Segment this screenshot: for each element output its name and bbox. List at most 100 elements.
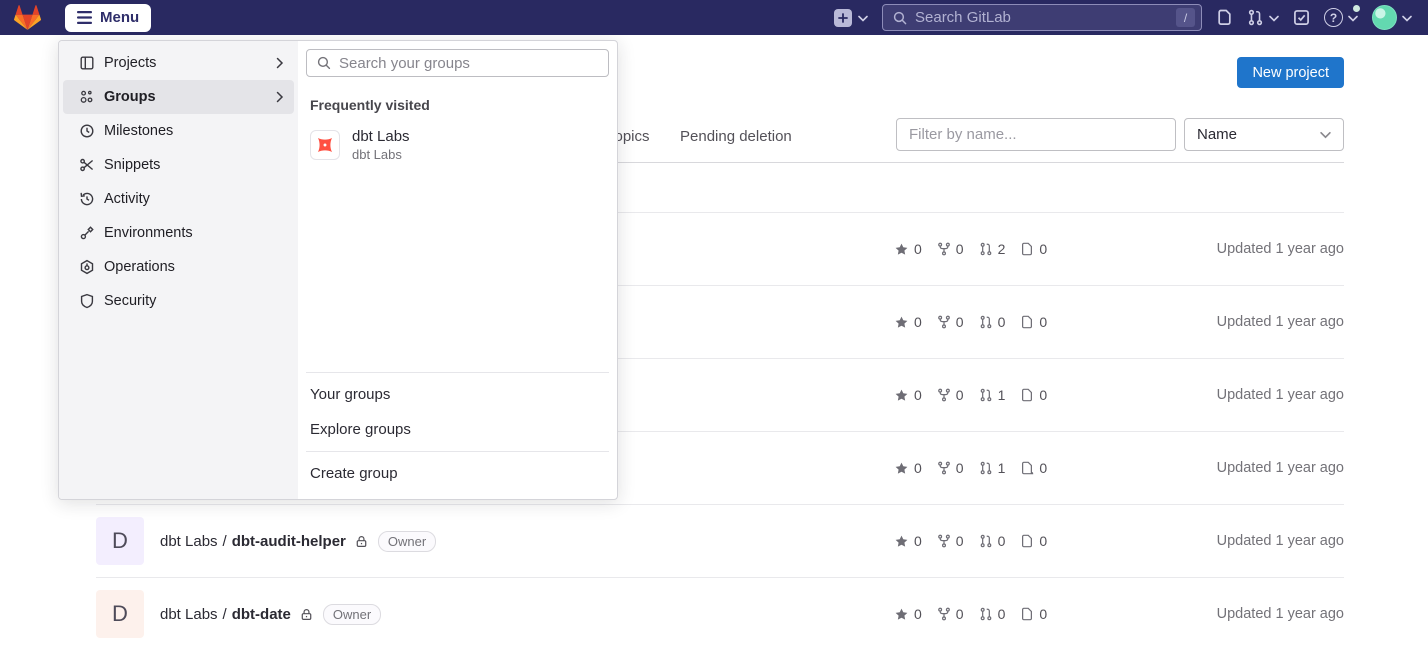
stars-stat[interactable]: 0 [894,314,922,330]
merge-requests-stat[interactable]: 0 [979,533,1006,549]
help-icon[interactable] [1324,8,1358,27]
merge-requests-stat[interactable]: 0 [979,314,1006,330]
stars-stat[interactable]: 0 [894,241,922,257]
menu-item-operations[interactable]: Operations [63,250,294,284]
issues-stat[interactable]: 0 [1020,460,1047,476]
frequent-group-subtitle: dbt Labs [352,147,410,162]
menu-item-label: Environments [104,225,284,241]
create-group-link[interactable]: Create group [306,456,609,491]
merge-request-icon [979,388,993,402]
forks-stat[interactable]: 0 [937,241,964,257]
groups-search[interactable] [306,49,609,77]
forks-stat[interactable]: 0 [937,460,964,476]
menu-item-label: Snippets [104,157,284,173]
stars-stat[interactable]: 0 [894,606,922,622]
filter-by-name-input[interactable] [896,118,1176,151]
hamburger-icon [77,11,92,24]
issues-stat[interactable]: 0 [1020,241,1047,257]
issues-stat[interactable]: 0 [1020,533,1047,549]
chevron-down-icon [1402,9,1412,27]
forks-stat[interactable]: 0 [937,387,964,403]
stars-count: 0 [914,314,922,330]
menu-button[interactable]: Menu [65,4,151,32]
project-link[interactable]: dbt Labs / dbt-audit-helper [160,533,346,550]
sort-dropdown[interactable]: Name [1184,118,1344,151]
project-link[interactable]: dbt Labs / dbt-date [160,606,291,623]
forks-count: 0 [956,460,964,476]
merge-requests-stat[interactable]: 0 [979,606,1006,622]
namespace-separator: / [223,533,227,550]
menu-item-label: Security [104,293,284,309]
menu-item-groups[interactable]: Groups [63,80,294,114]
chevron-down-icon [1320,126,1331,143]
stars-count: 0 [914,241,922,257]
stars-stat[interactable]: 0 [894,387,922,403]
clock-icon [79,123,95,139]
forks-stat[interactable]: 0 [937,314,964,330]
menu-item-activity[interactable]: Activity [63,182,294,216]
environment-icon [79,225,95,241]
global-search[interactable]: / [882,4,1202,31]
menu-dropdown-panel: Projects Groups Milestones Snippets Acti… [58,40,618,500]
stars-stat[interactable]: 0 [894,460,922,476]
frequent-group-dbt-labs[interactable]: dbt Labs dbt Labs [306,123,609,167]
menu-item-snippets[interactable]: Snippets [63,148,294,182]
issues-stat[interactable]: 0 [1020,606,1047,622]
todos-icon[interactable] [1293,9,1310,26]
merge-requests-count: 2 [998,241,1006,257]
owner-badge: Owner [323,604,381,625]
user-menu[interactable] [1372,5,1412,30]
issues-stat[interactable]: 0 [1020,314,1047,330]
issue-icon [1020,242,1034,256]
menu-item-environments[interactable]: Environments [63,216,294,250]
updated-timestamp: Updated 1 year ago [1217,387,1344,403]
stars-count: 0 [914,533,922,549]
star-icon [894,534,909,549]
chevron-down-icon [858,9,868,27]
project-name: dbt-date [232,606,291,623]
project-namespace: dbt Labs [160,606,218,623]
chevron-right-icon [276,57,284,69]
question-mark-icon [1324,8,1343,27]
tab-pending-deletion[interactable]: Pending deletion [680,110,792,163]
explore-groups-link[interactable]: Explore groups [306,412,609,447]
namespace-separator: / [223,606,227,623]
issues-count: 0 [1039,460,1047,476]
menu-item-milestones[interactable]: Milestones [63,114,294,148]
issue-icon [1020,388,1034,402]
forks-stat[interactable]: 0 [937,533,964,549]
frequent-group-name: dbt Labs [352,128,410,145]
forks-stat[interactable]: 0 [937,606,964,622]
project-avatar[interactable]: D [96,517,144,565]
merge-request-icon [979,242,993,256]
lock-icon [300,608,313,621]
your-groups-link[interactable]: Your groups [306,377,609,412]
issues-stat[interactable]: 0 [1020,387,1047,403]
search-input[interactable] [915,9,1168,26]
fork-icon [937,388,951,402]
new-menu-button[interactable] [834,9,868,27]
menu-item-security[interactable]: Security [63,284,294,318]
stars-stat[interactable]: 0 [894,533,922,549]
fork-icon [937,607,951,621]
merge-requests-stat[interactable]: 1 [979,387,1006,403]
search-icon [317,56,331,70]
frequently-visited-header: Frequently visited [310,97,605,113]
merge-requests-stat[interactable]: 2 [979,241,1006,257]
gitlab-logo[interactable] [14,5,41,30]
issues-icon[interactable] [1216,9,1233,26]
divider [306,451,609,452]
new-project-button[interactable]: New project [1237,57,1344,88]
groups-search-input[interactable] [339,55,598,72]
star-icon [894,242,909,257]
menu-item-projects[interactable]: Projects [63,46,294,80]
updated-timestamp: Updated 1 year ago [1217,533,1344,549]
dbt-labs-logo [310,130,340,160]
merge-requests-stat[interactable]: 1 [979,460,1006,476]
project-row: D dbt Labs / dbt-audit-helper Owner 0 0 … [96,504,1344,577]
project-avatar[interactable]: D [96,590,144,638]
merge-requests-count: 1 [998,460,1006,476]
star-icon [894,388,909,403]
merge-requests-icon[interactable] [1247,9,1279,27]
fork-icon [937,534,951,548]
